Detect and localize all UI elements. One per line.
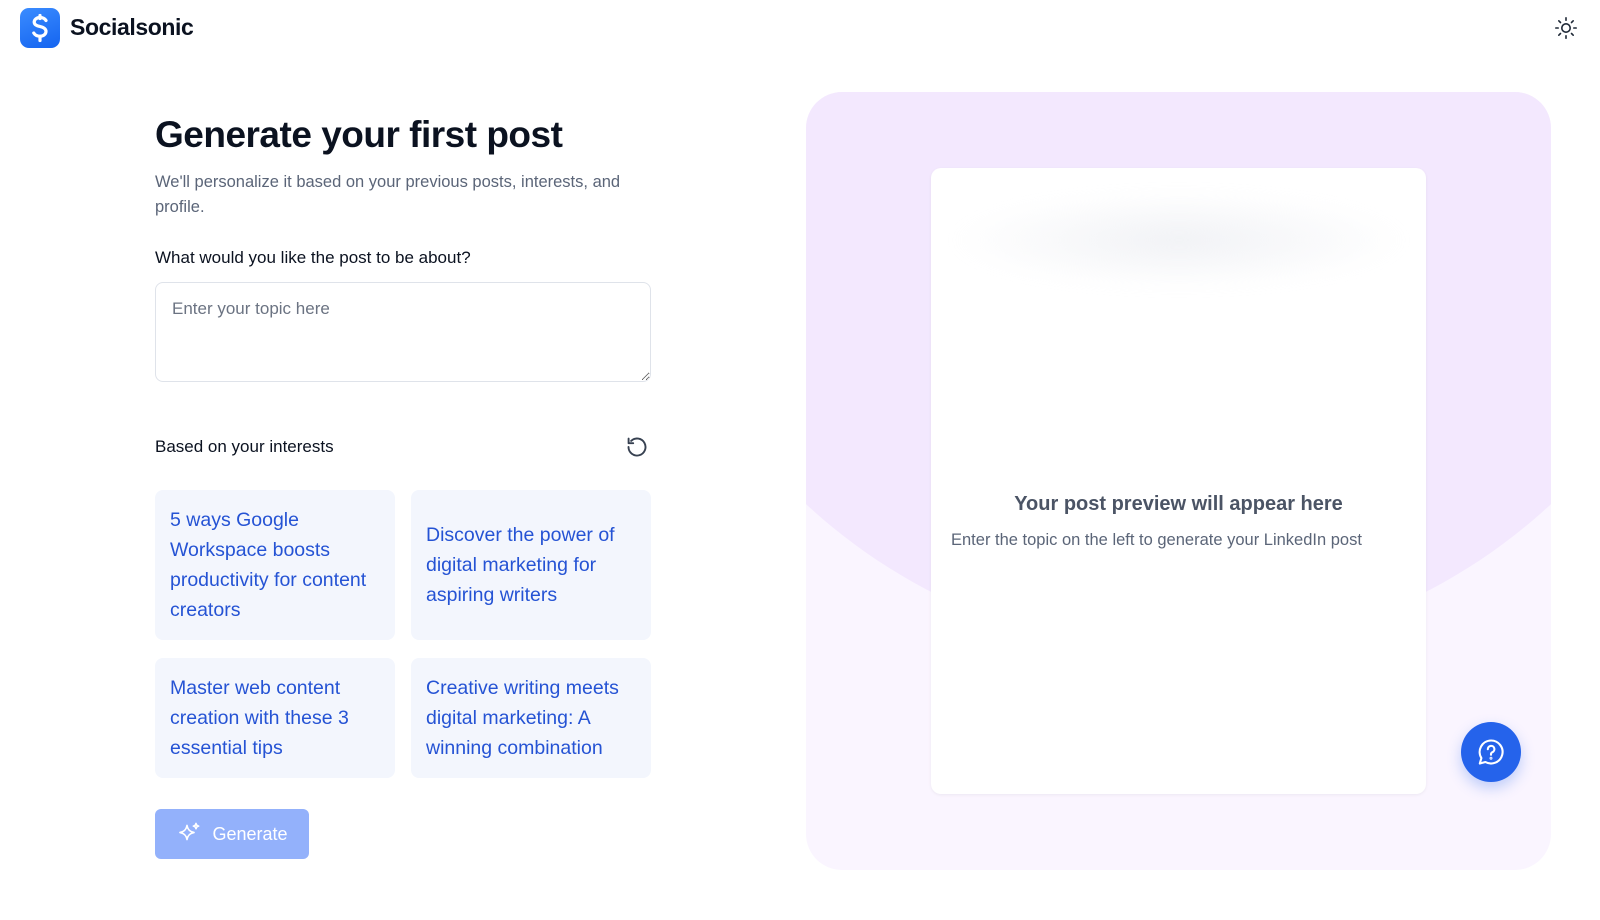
suggestion-list: 5 ways Google Workspace boosts productiv… (155, 490, 651, 778)
topic-label: What would you like the post to be about… (155, 248, 471, 267)
suggestion-card[interactable]: 5 ways Google Workspace boosts productiv… (155, 490, 395, 640)
suggestion-card[interactable]: Discover the power of digital marketing … (411, 490, 651, 640)
preview-title: Your post preview will appear here (1014, 493, 1343, 515)
suggestion-card[interactable]: Master web content creation with these 3… (155, 658, 395, 778)
page-title: Generate your first post (155, 114, 563, 155)
top-bar: Socialsonic (0, 0, 1600, 56)
topic-input[interactable] (155, 282, 651, 382)
suggestion-card[interactable]: Creative writing meets digital marketing… (411, 658, 651, 778)
page-subtitle: We'll personalize it based on your previ… (155, 173, 621, 216)
socialsonic-logo-icon[interactable] (20, 8, 60, 48)
post-preview-card: Your post preview will appear here Enter… (931, 168, 1426, 794)
generate-label: Generate (212, 823, 288, 844)
generate-button[interactable]: Generate (155, 809, 309, 859)
preview-placeholder-shimmer (949, 190, 1409, 290)
generate-form: Generate your first post We'll personali… (155, 112, 651, 859)
refresh-icon (627, 437, 647, 457)
help-chat-icon (1478, 739, 1504, 765)
help-chat-button[interactable] (1461, 722, 1521, 782)
interests-header: Based on your interests (155, 432, 651, 462)
refresh-suggestions-button[interactable] (623, 433, 651, 461)
post-preview-panel: Your post preview will appear here Enter… (806, 92, 1551, 870)
interests-label: Based on your interests (155, 437, 334, 456)
sun-icon (1555, 17, 1577, 39)
preview-description: Enter the topic on the left to generate … (951, 531, 1362, 549)
theme-toggle-button[interactable] (1552, 14, 1580, 42)
app-name: Socialsonic (70, 14, 194, 40)
sparkles-icon (179, 822, 200, 841)
